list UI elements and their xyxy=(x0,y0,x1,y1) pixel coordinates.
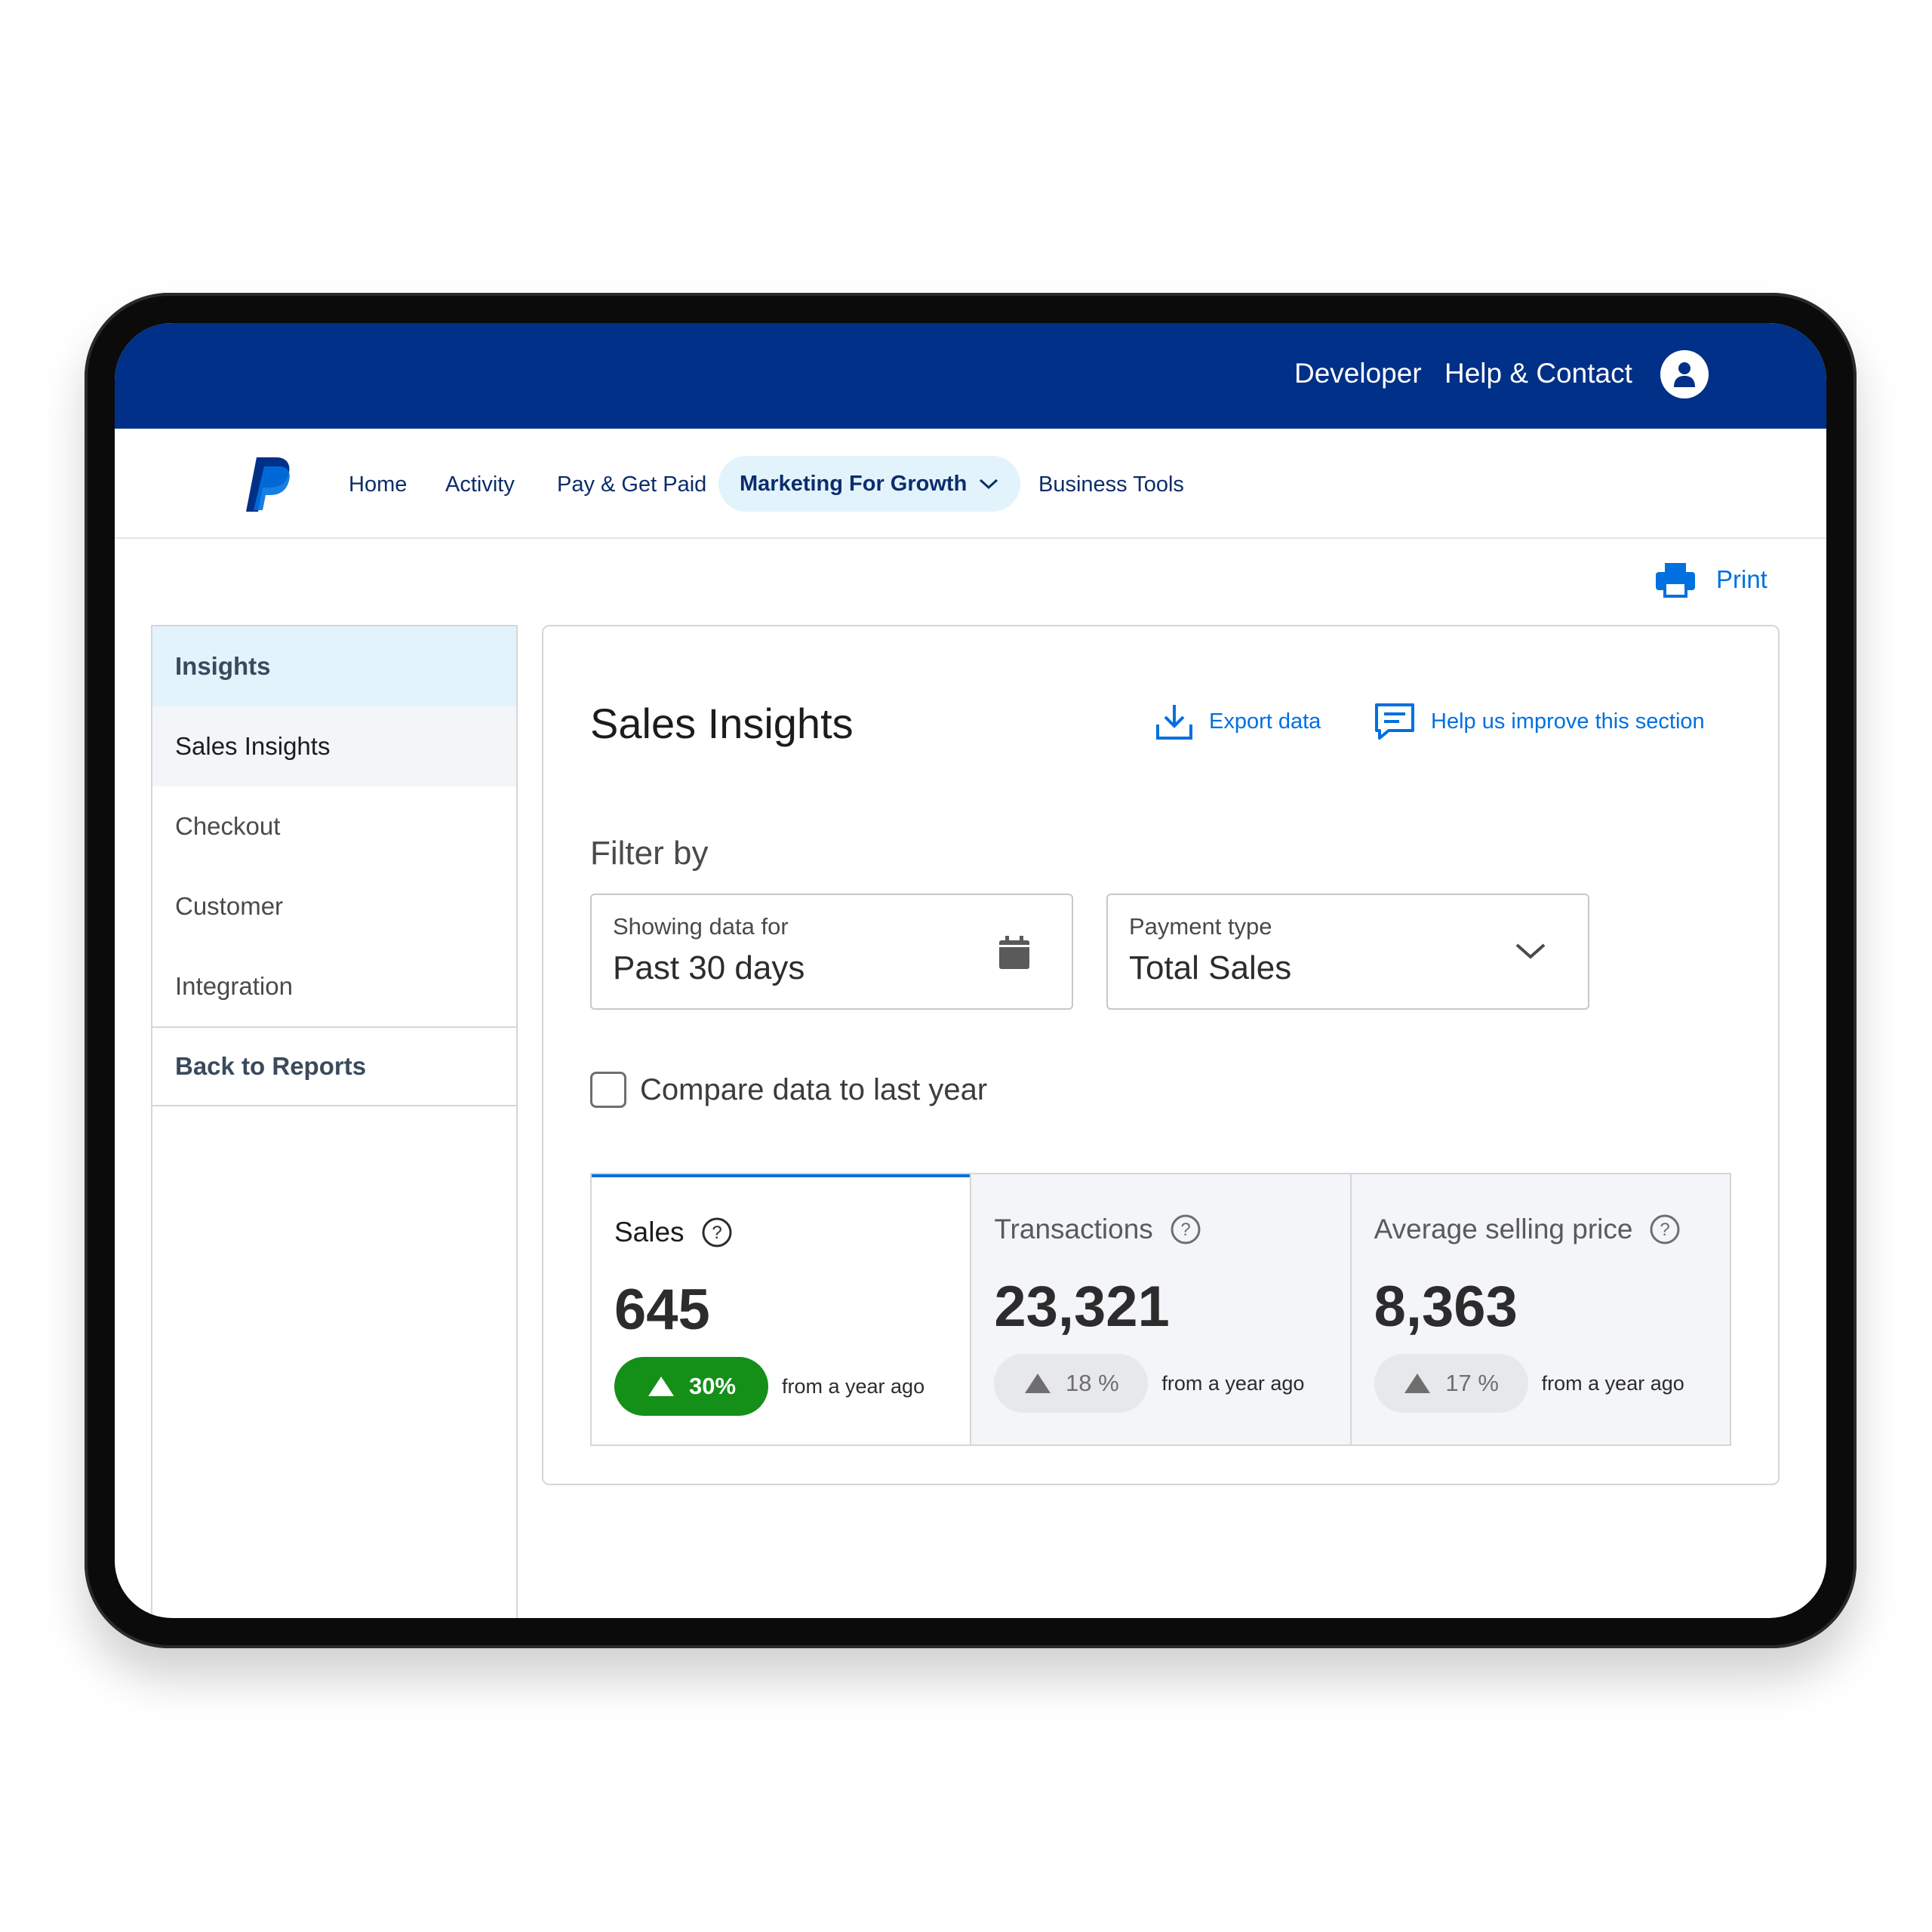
print-button[interactable]: Print xyxy=(1654,561,1767,598)
main-nav: Home Activity Pay & Get Paid Marketing F… xyxy=(115,429,1826,539)
sidebar-item-checkout[interactable]: Checkout xyxy=(152,786,516,866)
help-contact-link[interactable]: Help & Contact xyxy=(1444,358,1632,389)
help-circle-icon[interactable]: ? xyxy=(1649,1214,1681,1245)
change-note: from a year ago xyxy=(1161,1372,1305,1395)
sales-insights-card: Sales Insights Export data Help us impro… xyxy=(542,625,1780,1485)
chevron-down-icon xyxy=(980,478,998,490)
metric-label: Average selling price ? xyxy=(1374,1214,1681,1245)
user-icon xyxy=(1674,362,1695,387)
metric-value: 8,363 xyxy=(1374,1275,1518,1339)
help-improve-button[interactable]: Help us improve this section xyxy=(1374,702,1705,741)
nav-marketing-for-growth[interactable]: Marketing For Growth xyxy=(718,456,1020,512)
sidebar-item-sales-insights[interactable]: Sales Insights xyxy=(152,706,516,786)
change-note: from a year ago xyxy=(782,1375,925,1398)
export-data-label: Export data xyxy=(1209,709,1321,734)
help-improve-label: Help us improve this section xyxy=(1431,709,1705,734)
tablet-frame: Developer Help & Contact Home Activity P… xyxy=(85,293,1857,1648)
screen: Developer Help & Contact Home Activity P… xyxy=(115,323,1826,1618)
print-label: Print xyxy=(1716,565,1767,593)
nav-home[interactable]: Home xyxy=(349,472,407,497)
compare-label: Compare data to last year xyxy=(640,1072,988,1106)
date-range-select[interactable]: Showing data for Past 30 days xyxy=(590,894,1073,1010)
metric-value: 23,321 xyxy=(994,1275,1170,1339)
change-note: from a year ago xyxy=(1541,1372,1684,1395)
change-badge: 17 % xyxy=(1374,1354,1528,1413)
feedback-icon xyxy=(1375,703,1414,740)
change-value: 17 % xyxy=(1445,1370,1499,1396)
compare-last-year[interactable]: Compare data to last year xyxy=(590,1072,987,1108)
printer-icon xyxy=(1656,563,1695,598)
top-bar: Developer Help & Contact xyxy=(115,323,1826,429)
change-badge: 18 % xyxy=(994,1354,1149,1413)
svg-text:?: ? xyxy=(712,1223,721,1243)
calendar-icon xyxy=(999,936,1029,969)
metric-tab-sales[interactable]: Sales ? 645 30% from a year ago xyxy=(592,1174,971,1444)
change-value: 18 % xyxy=(1065,1370,1119,1396)
change-badge: 30% xyxy=(614,1357,768,1416)
metrics-row: Sales ? 645 30% from a year ago Transact… xyxy=(590,1173,1731,1446)
filter-by-label: Filter by xyxy=(590,835,709,872)
triangle-up-icon xyxy=(1404,1374,1431,1393)
metric-label: Transactions ? xyxy=(994,1214,1201,1245)
page-title: Sales Insights xyxy=(590,700,854,747)
triangle-up-icon xyxy=(648,1377,674,1396)
triangle-up-icon xyxy=(1024,1374,1051,1393)
date-range-value: Past 30 days xyxy=(613,949,805,986)
nav-pay-get-paid[interactable]: Pay & Get Paid xyxy=(557,472,706,497)
nav-marketing-label: Marketing For Growth xyxy=(740,471,968,496)
nav-activity[interactable]: Activity xyxy=(445,472,515,497)
metric-label-text: Sales xyxy=(614,1217,685,1247)
chevron-down-icon xyxy=(1515,943,1546,959)
sidebar-item-customer[interactable]: Customer xyxy=(152,866,516,946)
metric-value: 645 xyxy=(614,1278,710,1342)
payment-type-label: Payment type xyxy=(1129,913,1272,940)
help-circle-icon[interactable]: ? xyxy=(701,1217,733,1248)
nav-business-tools[interactable]: Business Tools xyxy=(1038,472,1184,497)
svg-text:?: ? xyxy=(1660,1220,1670,1240)
export-data-button[interactable]: Export data xyxy=(1155,702,1321,741)
svg-text:?: ? xyxy=(1180,1220,1190,1240)
metric-label-text: Transactions xyxy=(994,1214,1153,1244)
download-icon xyxy=(1156,705,1192,740)
date-range-label: Showing data for xyxy=(613,913,789,940)
payment-type-value: Total Sales xyxy=(1129,949,1292,986)
sidebar-back-to-reports[interactable]: Back to Reports xyxy=(152,1026,516,1106)
payment-type-select[interactable]: Payment type Total Sales xyxy=(1106,894,1589,1010)
metric-label: Sales ? xyxy=(614,1217,733,1248)
compare-checkbox[interactable] xyxy=(590,1072,626,1108)
help-circle-icon[interactable]: ? xyxy=(1170,1214,1201,1245)
sidebar: Insights Sales Insights Checkout Custome… xyxy=(151,625,518,1618)
sidebar-header-insights[interactable]: Insights xyxy=(152,626,516,706)
user-avatar-button[interactable] xyxy=(1660,350,1709,398)
change-value: 30% xyxy=(688,1373,737,1399)
metric-label-text: Average selling price xyxy=(1374,1214,1633,1244)
paypal-logo[interactable] xyxy=(243,456,291,517)
metric-tab-transactions[interactable]: Transactions ? 23,321 18 % from a year a… xyxy=(970,1174,1350,1444)
sidebar-item-integration[interactable]: Integration xyxy=(152,946,516,1026)
metric-tab-average-selling-price[interactable]: Average selling price ? 8,363 17 % from xyxy=(1349,1174,1730,1444)
developer-link[interactable]: Developer xyxy=(1294,358,1422,389)
